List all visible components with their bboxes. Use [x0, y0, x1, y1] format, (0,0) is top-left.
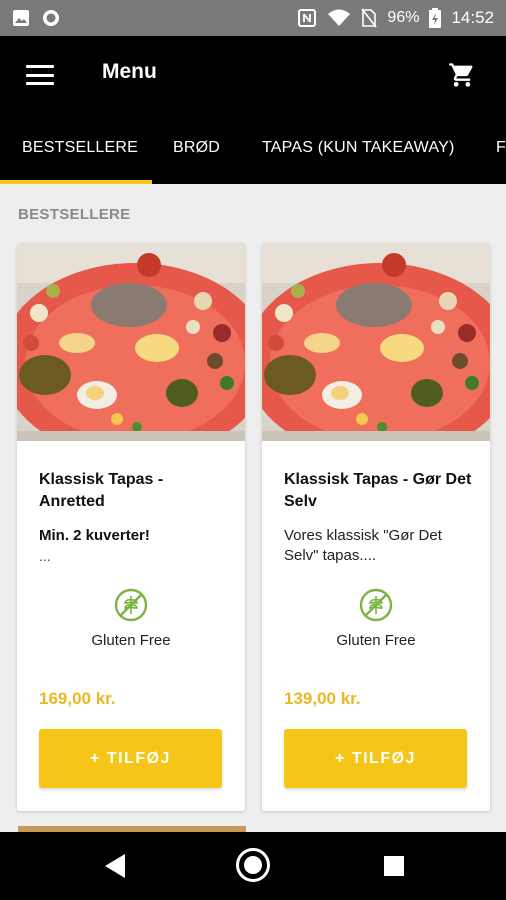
image-icon	[13, 10, 29, 26]
home-icon[interactable]	[236, 848, 270, 882]
tab-bestsellere[interactable]: BESTSELLERE	[22, 114, 138, 184]
recents-icon[interactable]	[384, 856, 404, 876]
status-bar: 96% 14:52	[0, 0, 506, 36]
product-title: Klassisk Tapas - Gør Det Selv	[284, 471, 472, 510]
gluten-free-icon	[114, 588, 148, 622]
product-title: Klassisk Tapas - Anretted	[39, 471, 164, 510]
nfc-icon	[298, 9, 317, 27]
no-sim-icon	[361, 8, 378, 28]
product-description: Min. 2 kuverter!	[39, 527, 150, 544]
product-description-ellipsis: ...	[39, 548, 51, 564]
battery-percentage: 96%	[387, 9, 420, 26]
hamburger-menu-icon[interactable]	[24, 62, 56, 88]
product-image	[17, 243, 245, 441]
product-price: 139,00 kr.	[284, 689, 361, 708]
tab-next-partial[interactable]: F	[496, 114, 506, 184]
gluten-free-icon	[359, 588, 393, 622]
add-to-cart-button[interactable]: + TILFØJ	[284, 729, 467, 788]
product-price: 169,00 kr.	[39, 689, 116, 708]
app-bar: Menu	[0, 36, 506, 114]
tab-brod[interactable]: BRØD	[173, 114, 220, 184]
record-icon	[43, 10, 59, 26]
add-to-cart-button[interactable]: + TILFØJ	[39, 729, 222, 788]
page-title: Menu	[102, 60, 157, 83]
product-card[interactable]: Klassisk Tapas - Anretted Min. 2 kuverte…	[17, 243, 245, 811]
active-tab-indicator	[0, 180, 152, 184]
status-time: 14:52	[451, 8, 494, 27]
product-card[interactable]: Klassisk Tapas - Gør Det Selv Vores klas…	[262, 243, 490, 811]
wifi-icon	[328, 9, 351, 26]
product-image	[262, 243, 490, 441]
section-title: BESTSELLERE	[18, 206, 131, 223]
battery-icon	[429, 8, 442, 28]
category-tabs: BESTSELLERE BRØD TAPAS (KUN TAKEAWAY) F	[0, 114, 506, 184]
product-description: Vores klassisk "Gør Det Selv" tapas....	[284, 527, 442, 564]
gluten-free-label: Gluten Free	[91, 632, 171, 649]
shopping-cart-icon[interactable]	[448, 61, 476, 89]
system-nav-bar	[0, 832, 506, 900]
gluten-free-label: Gluten Free	[336, 632, 416, 649]
back-icon[interactable]	[103, 852, 127, 880]
tab-tapas[interactable]: TAPAS (KUN TAKEAWAY)	[262, 114, 454, 184]
